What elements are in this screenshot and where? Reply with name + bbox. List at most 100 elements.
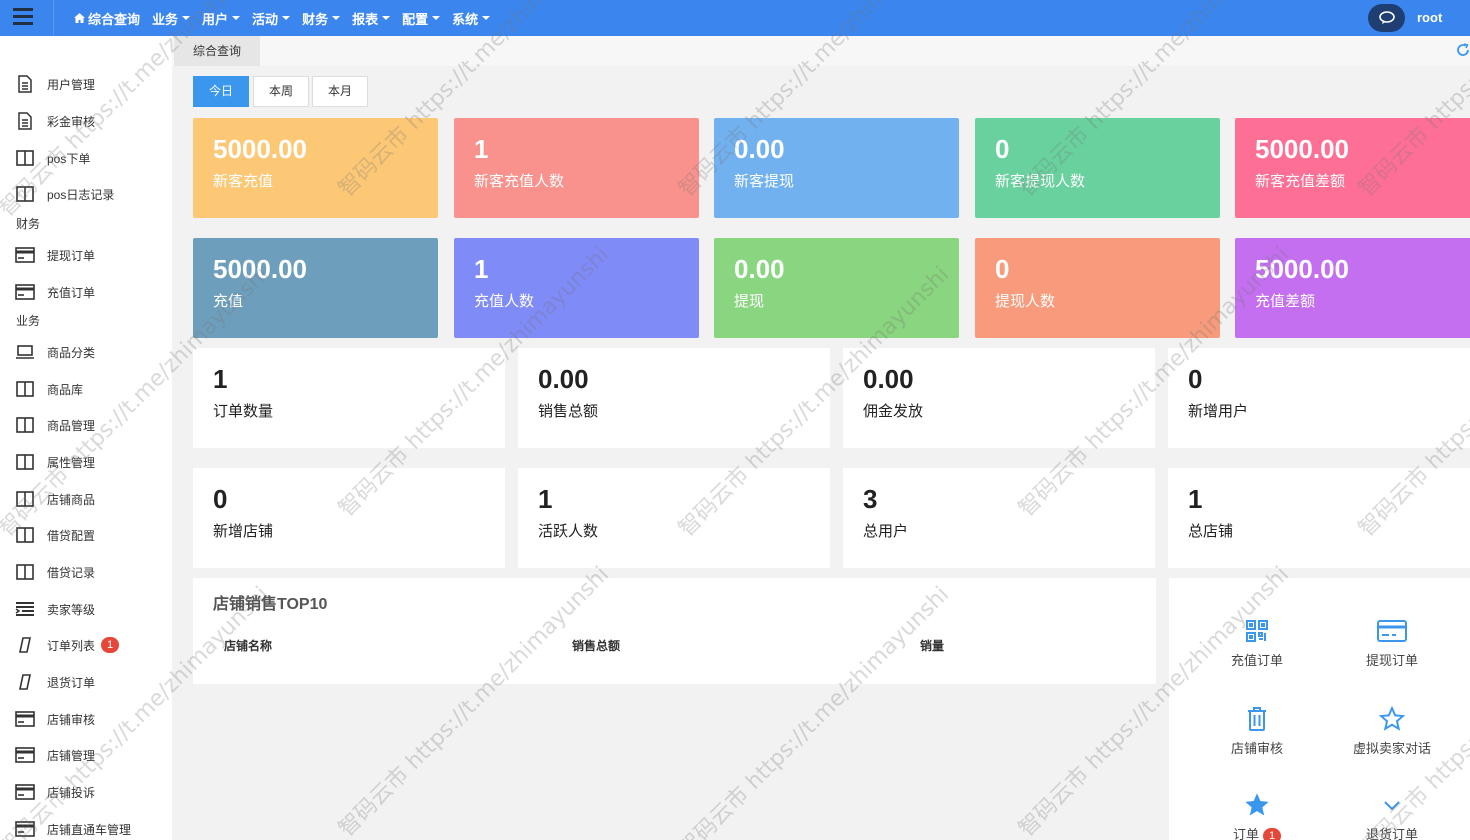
- shortcut-recharge-orders[interactable]: 充值订单: [1197, 616, 1317, 669]
- qrcode-icon: [1246, 620, 1268, 642]
- nav-item-reports[interactable]: 报表: [352, 9, 391, 28]
- summary-label: 总用户: [863, 523, 909, 540]
- user-menu[interactable]: root: [1417, 10, 1442, 25]
- order-count-badge: 1: [1263, 828, 1281, 840]
- sidebar-item-label: 借贷记录: [47, 565, 96, 580]
- tab-overview[interactable]: 综合查询: [174, 36, 260, 66]
- sidebar-item[interactable]: pos日志记录: [0, 182, 172, 206]
- stat-value: 5000.00: [213, 254, 307, 284]
- sidebar-item[interactable]: 商品管理: [0, 413, 172, 437]
- stat-value: 1: [474, 254, 489, 284]
- stat-value: 5000.00: [1255, 254, 1349, 284]
- sidebar-item[interactable]: 借贷记录: [0, 560, 172, 584]
- sidebar-item[interactable]: 店铺直通车管理: [0, 817, 172, 840]
- slash-icon: [15, 636, 35, 654]
- sidebar-item[interactable]: 充值订单: [0, 280, 172, 304]
- summary-label: 销售总额: [538, 403, 599, 420]
- sidebar-section-heading: 财务: [16, 217, 41, 231]
- stat-card: 5000.00 新客充值差额: [1235, 118, 1470, 218]
- nav-item-home[interactable]: 综合查询: [74, 9, 140, 28]
- stat-label: 提现: [734, 293, 765, 310]
- sidebar-item-label: 彩金审核: [47, 114, 96, 129]
- nav-label: 配置: [402, 11, 429, 27]
- caret-down-icon: [382, 16, 391, 20]
- tab-bar: 综合查询: [172, 36, 1470, 66]
- shortcut-withdraw-orders[interactable]: 提现订单: [1332, 616, 1452, 669]
- sidebar-badge: 1: [101, 637, 120, 653]
- card-icon: [15, 710, 35, 728]
- caret-down-icon: [232, 16, 241, 20]
- columns-icon: [15, 149, 35, 167]
- sidebar-item[interactable]: 店铺管理: [0, 743, 172, 767]
- sidebar-item[interactable]: 店铺投诉: [0, 780, 172, 804]
- nav-item-users[interactable]: 用户: [202, 9, 241, 28]
- summary-card: 0 新增店铺: [193, 468, 505, 568]
- sidebar-item[interactable]: 卖家等级: [0, 597, 172, 621]
- sidebar-item[interactable]: 店铺审核: [0, 707, 172, 731]
- period-week-button[interactable]: 本周: [253, 76, 309, 107]
- sidebar-item[interactable]: 商品分类: [0, 340, 172, 364]
- column-header-store-name: 店铺名称: [224, 639, 273, 653]
- sidebar-item-label: 店铺商品: [47, 492, 96, 507]
- stat-card: 0 提现人数: [975, 238, 1220, 338]
- sidebar-item[interactable]: 店铺商品: [0, 487, 172, 511]
- summary-card: 0.00 佣金发放: [843, 348, 1155, 448]
- stat-label: 新客充值差额: [1255, 173, 1346, 190]
- sidebar-item[interactable]: 用户管理: [0, 72, 172, 96]
- stat-card: 5000.00 充值: [193, 238, 438, 338]
- sidebar-item-label: 充值订单: [47, 285, 96, 300]
- sidebar-item-label: 商品管理: [47, 418, 96, 433]
- sidebar-item[interactable]: 彩金审核: [0, 109, 172, 133]
- nav-label: 财务: [302, 11, 329, 27]
- nav-item-config[interactable]: 配置: [402, 9, 441, 28]
- sidebar-item[interactable]: 属性管理: [0, 450, 172, 474]
- stat-label: 新客充值: [213, 173, 274, 190]
- period-today-button[interactable]: 今日: [193, 76, 249, 107]
- sidebar-item-label: pos日志记录: [47, 187, 115, 202]
- document-icon: [15, 75, 35, 93]
- sidebar-item[interactable]: 商品库: [0, 377, 172, 401]
- slash-icon: [15, 673, 35, 691]
- card-icon: [15, 246, 35, 264]
- home-icon: [74, 13, 85, 23]
- summary-card: 1 总店铺: [1168, 468, 1470, 568]
- nav-item-activities[interactable]: 活动: [252, 9, 291, 28]
- stat-card: 0 新客提现人数: [975, 118, 1220, 218]
- shortcut-orders[interactable]: 订单 1: [1197, 790, 1317, 840]
- columns-icon: [15, 526, 35, 544]
- stat-value: 0.00: [734, 134, 785, 164]
- shortcut-store-review[interactable]: 店铺审核: [1197, 704, 1317, 757]
- summary-label: 总店铺: [1188, 523, 1234, 540]
- column-header-sales-total: 销售总额: [572, 639, 621, 653]
- shortcut-label: 虚拟卖家对话: [1352, 741, 1431, 756]
- sidebar-item[interactable]: pos下单: [0, 146, 172, 170]
- nav-label: 报表: [352, 11, 379, 27]
- summary-card: 0.00 销售总额: [518, 348, 830, 448]
- nav-item-finance[interactable]: 财务: [302, 9, 341, 28]
- card-icon: [15, 820, 35, 838]
- period-month-button[interactable]: 本月: [312, 76, 368, 107]
- shortcut-panel: 充值订单 提现订单 店铺审核 虚拟卖家对话 订单 1 退货订单: [1169, 578, 1470, 840]
- shortcut-return-orders[interactable]: 退货订单: [1332, 790, 1452, 840]
- sidebar-item[interactable]: 退货订单: [0, 670, 172, 694]
- sidebar-item[interactable]: 订单列表 1: [0, 633, 172, 657]
- stat-value: 0: [995, 134, 1010, 164]
- refresh-icon[interactable]: [1456, 43, 1470, 57]
- columns-icon: [15, 185, 35, 203]
- star-filled-icon: [1245, 793, 1269, 816]
- shortcut-virtual-seller-chat[interactable]: 虚拟卖家对话: [1332, 704, 1452, 757]
- stat-card: 0.00 提现: [714, 238, 959, 338]
- summary-value: 0: [213, 484, 228, 514]
- sidebar-item-label: 属性管理: [47, 455, 96, 470]
- summary-card: 1 订单数量: [193, 348, 505, 448]
- nav-item-system[interactable]: 系统: [452, 9, 491, 28]
- nav-label: 业务: [152, 11, 179, 27]
- sidebar-item[interactable]: 借贷配置: [0, 523, 172, 547]
- sidebar-item[interactable]: 提现订单: [0, 243, 172, 267]
- stat-value: 0: [995, 254, 1010, 284]
- menu-toggle-icon[interactable]: [0, 0, 54, 36]
- nav-item-business[interactable]: 业务: [152, 9, 191, 28]
- columns-icon: [15, 416, 35, 434]
- card-icon: [15, 283, 35, 301]
- chat-button[interactable]: [1368, 4, 1405, 32]
